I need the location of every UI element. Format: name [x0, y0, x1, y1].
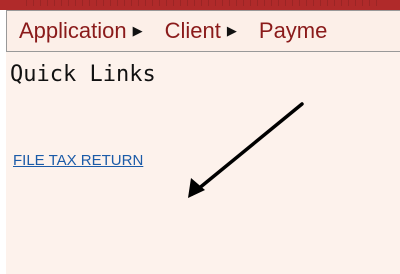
menu-item-label: Application	[19, 18, 127, 43]
chevron-right-icon: ▶	[226, 23, 237, 38]
quick-links-title: Quick Links	[10, 62, 156, 87]
header-strip-fragment	[20, 0, 380, 6]
header-strip	[0, 0, 400, 10]
menu-item-application[interactable]: Application ▶	[19, 11, 143, 51]
chevron-right-icon: ▶	[132, 23, 143, 38]
menu-item-payment[interactable]: Payme	[258, 11, 328, 51]
menu-item-label: Payme	[258, 18, 328, 43]
file-tax-return-link[interactable]: FILE TAX RETURN	[13, 152, 143, 169]
menu-item-label: Client	[164, 18, 221, 43]
menu-bar: Application ▶ Client ▶ Payme	[6, 10, 400, 52]
menu-item-client[interactable]: Client ▶	[164, 11, 237, 51]
